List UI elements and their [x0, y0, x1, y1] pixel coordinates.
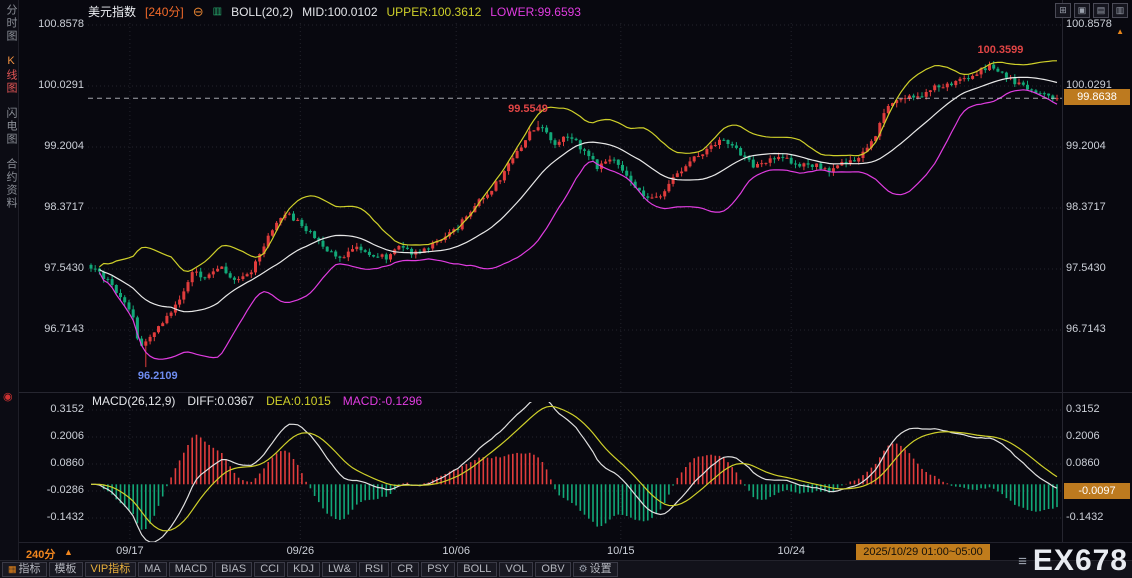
high-price-annotation: 100.3599 — [977, 43, 1024, 56]
toolbar-button-bias[interactable]: BIAS — [215, 562, 253, 577]
toolbar-button-indicators[interactable]: ▦ 指标 — [2, 562, 47, 577]
toolbar-button-lwr[interactable]: LW& — [321, 562, 357, 577]
layout-icon-1[interactable]: ⊞ — [1055, 3, 1071, 18]
macd-header: MACD(26,12,9) DIFF:0.0367 DEA:0.1015 MAC… — [92, 394, 422, 408]
boll-upper-value: UPPER:100.3612 — [386, 4, 482, 19]
tab-kline-chart[interactable]: K线图 — [3, 55, 19, 95]
left-sidebar: 分时图 K线图 闪电图 合约资料 ◉ — [0, 0, 19, 560]
toolbar-button-rsi[interactable]: RSI — [358, 562, 390, 577]
chart-canvas[interactable] — [0, 0, 1132, 578]
boll-lower-value: LOWER:99.6593 — [490, 4, 581, 19]
toolbar-button-settings[interactable]: ⚙ 设置 — [572, 562, 618, 577]
macd-histogram — [98, 434, 1058, 530]
current-price-badge: 99.8638 — [1064, 89, 1130, 106]
toolbar-button-vip-indicators[interactable]: VIP指标 — [84, 562, 137, 577]
boll-chart-icon: ▥ — [212, 6, 223, 17]
scroll-up-icon[interactable]: ▲ — [1116, 27, 1124, 36]
macd-current-badge: -0.0097 — [1064, 482, 1130, 499]
interim-high-annotation: 99.5549 — [508, 102, 548, 115]
macd-hist-value: MACD:-0.1296 — [342, 394, 423, 408]
zoom-out-icon[interactable]: ⊖ — [193, 4, 204, 20]
toolbar-button-kdj[interactable]: KDJ — [287, 562, 320, 577]
tab-flash-chart[interactable]: 闪电图 — [3, 107, 19, 146]
menu-icon: ≡ — [1018, 552, 1028, 570]
layout-icon-3[interactable]: ▤ — [1093, 3, 1109, 18]
chart-header: 美元指数 [240分] ⊖ ▥ BOLL(20,2) MID:100.0102 … — [88, 3, 581, 20]
trading-app: 100.8578 100.8578 100.0291 100.0291 99.2004 9… — [0, 0, 1132, 578]
period-tag: [240分] — [145, 5, 184, 19]
period-up-icon[interactable]: ▲ — [64, 547, 73, 557]
window-layout-icons: ⊞ ▣ ▤ ▥ — [1055, 3, 1128, 18]
toolbar-button-cci[interactable]: CCI — [254, 562, 286, 577]
toolbar-button-macd[interactable]: MACD — [168, 562, 214, 577]
macd-panel-dot-icon[interactable]: ◉ — [3, 390, 13, 403]
tab-time-share-chart[interactable]: 分时图 — [3, 4, 19, 43]
toolbar-button-vol[interactable]: VOL — [499, 562, 534, 577]
tab-contract-info[interactable]: 合约资料 — [3, 158, 19, 210]
boll-label: BOLL(20,2) — [231, 4, 294, 19]
toolbar-button-cr[interactable]: CR — [391, 562, 420, 577]
candlesticks — [89, 61, 1059, 368]
macd-dea-value: DEA:0.1015 — [266, 394, 331, 408]
toolbar-button-boll[interactable]: BOLL — [457, 562, 498, 577]
boll-mid-value: MID:100.0102 — [302, 4, 378, 19]
toolbar-button-obv[interactable]: OBV — [535, 562, 571, 577]
watermark: ≡ EX678 — [1018, 544, 1128, 578]
layout-icon-4[interactable]: ▥ — [1112, 3, 1128, 18]
toolbar-button-ma[interactable]: MA — [138, 562, 167, 577]
macd-diff-value: DIFF:0.0367 — [187, 394, 255, 408]
bollinger-bands — [98, 60, 1058, 360]
symbol-name: 美元指数 — [88, 5, 137, 19]
date-axis: 240分 ▲ 2025/10/29 01:00~05:00 — [0, 542, 1132, 561]
macd-title: MACD(26,12,9) — [92, 394, 176, 408]
macd-lines — [91, 402, 1058, 542]
indicator-grid-icon: ▦ — [8, 564, 17, 574]
current-time-range: 2025/10/29 01:00~05:00 — [856, 544, 990, 560]
layout-icon-2[interactable]: ▣ — [1074, 3, 1090, 18]
gear-icon: ⚙ — [578, 564, 588, 575]
watermark-text: EX678 — [1032, 544, 1128, 577]
bottom-toolbar: ▦ 指标 模板 VIP指标 MA MACD BIAS CCI KDJ LW& RSI CR PSY BOL… — [0, 560, 1132, 578]
toolbar-button-psy[interactable]: PSY — [421, 562, 456, 577]
low-price-annotation: 96.2109 — [137, 370, 178, 383]
toolbar-button-templates[interactable]: 模板 — [48, 562, 83, 577]
